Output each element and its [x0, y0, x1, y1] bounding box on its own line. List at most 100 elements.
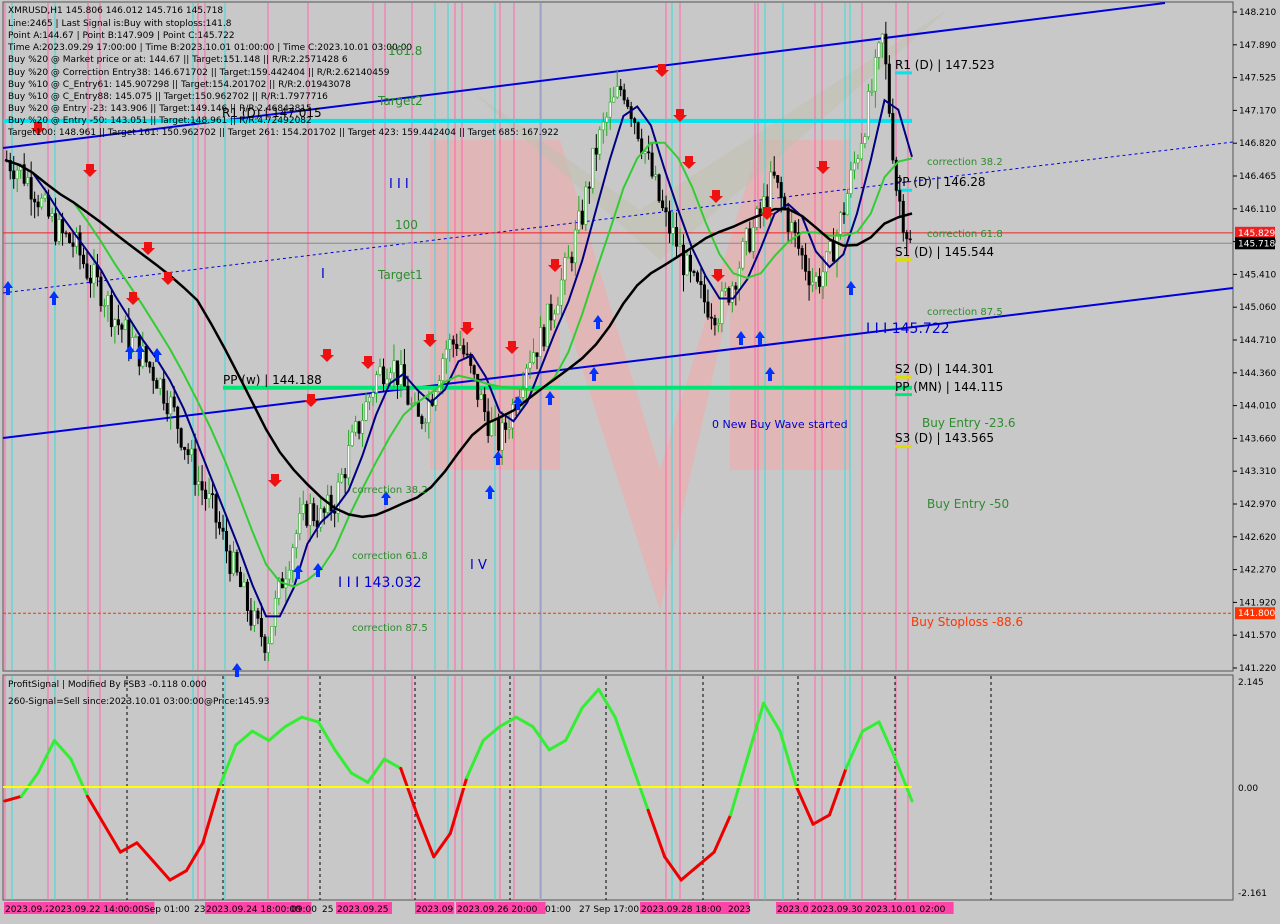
candle-body: [818, 276, 822, 287]
stoploss-price-label: 141.800: [1238, 609, 1275, 619]
candle-body: [709, 316, 713, 319]
correction-38-top: correction 38.2: [927, 157, 1003, 168]
candle-body: [570, 256, 574, 264]
candle-body: [256, 610, 260, 619]
candle-body: [497, 418, 501, 451]
candle-body: [204, 489, 208, 500]
candle-body: [350, 431, 354, 446]
candle-body: [102, 305, 106, 307]
time-label: 2023.09: [416, 905, 453, 915]
candle-body: [259, 618, 263, 638]
candle-body: [165, 403, 169, 415]
s2-daily-label: S2 (D) | 144.301: [895, 362, 994, 376]
header-line: Target100: 148.961 || Target 161: 150.96…: [7, 128, 559, 138]
time-label: 2023.09.28 18:00: [641, 905, 722, 915]
time-label: 2023.0: [777, 905, 809, 915]
candle-body: [849, 169, 853, 194]
candle-body: [312, 503, 316, 522]
oscillator-title: ProfitSignal | Modified By FSB3 -0.118 0…: [8, 680, 207, 690]
price-tick-label: 141.220: [1239, 664, 1276, 674]
candle-body: [661, 200, 665, 209]
candle-body: [898, 190, 902, 202]
candle-body: [343, 474, 347, 479]
candle-body: [458, 345, 462, 349]
time-label: 01:00: [545, 905, 571, 915]
header-line: Buy %10 @ C_Entry61: 145.907298 || Targe…: [8, 80, 351, 90]
candle-body: [601, 121, 605, 131]
candle-body: [162, 378, 166, 404]
wave-i-label: I: [321, 267, 325, 282]
candle-body: [884, 33, 888, 65]
candle-body: [838, 212, 842, 235]
candle-body: [12, 170, 16, 180]
candle-body: [730, 285, 734, 303]
candle-body: [626, 99, 630, 107]
candle-body: [200, 481, 204, 491]
candle-body: [779, 182, 783, 199]
time-label: 2023.09.25: [337, 905, 389, 915]
r1-short-label: R1 (D) | 147.015: [222, 106, 322, 120]
candle-body: [619, 86, 623, 91]
price-tick-label: 145.410: [1239, 270, 1276, 280]
candle-body: [225, 530, 229, 552]
candle-body: [301, 503, 305, 514]
candle-body: [905, 232, 909, 240]
candle-body: [455, 343, 459, 349]
candle-body: [231, 551, 235, 574]
candle-body: [612, 96, 616, 103]
candle-body: [852, 162, 856, 171]
candle-body: [479, 394, 483, 400]
candle-body: [406, 385, 410, 405]
r1-daily-label: R1 (D) | 147.523: [895, 58, 995, 72]
time-label: Sep 01:00: [144, 905, 190, 915]
candle-body: [835, 233, 839, 262]
candle-body: [155, 380, 159, 389]
header-line: Buy %20 @ Market price or at: 144.67 || …: [8, 55, 348, 65]
time-label: 23: [194, 905, 205, 915]
current-price-label: 145.718: [1238, 239, 1275, 249]
candle-body: [169, 396, 173, 415]
candle-body: [29, 177, 33, 200]
candle-body: [211, 493, 215, 495]
candle-body: [357, 421, 361, 434]
price-tick-label: 147.525: [1239, 74, 1276, 84]
price-tick-label: 145.060: [1239, 303, 1276, 313]
candle-body: [598, 129, 602, 155]
price-tick-label: 146.110: [1239, 205, 1276, 215]
candle-body: [270, 626, 274, 644]
candle-body: [866, 91, 870, 138]
candle-body: [186, 449, 190, 456]
time-label: 2023: [728, 905, 751, 915]
candle-body: [340, 474, 344, 483]
candle-body: [291, 547, 295, 571]
candle-body: [476, 373, 480, 400]
candle-body: [734, 285, 738, 290]
candle-body: [347, 445, 351, 479]
candle-body: [99, 276, 103, 306]
candle-body: [702, 284, 706, 303]
wave-iii-price-label: I I I 143.032: [338, 575, 422, 591]
candle-body: [294, 533, 298, 549]
candle-body: [559, 279, 563, 306]
time-label: 2023.09.30: [811, 905, 863, 915]
candle-body: [772, 171, 776, 176]
header-line: Point A:144.67 | Point B:147.909 | Point…: [8, 31, 235, 41]
candle-body: [549, 303, 553, 321]
candle-body: [804, 254, 808, 272]
candle-body: [68, 233, 72, 244]
candle-body: [64, 232, 68, 235]
fib-161-label: 161.8: [388, 44, 422, 58]
candle-body: [483, 394, 487, 412]
candle-body: [608, 101, 612, 118]
candle-body: [748, 228, 752, 252]
target2-label: Target2: [377, 94, 423, 108]
candle-body: [54, 213, 58, 242]
candle-body: [863, 136, 867, 144]
candle-body: [671, 227, 675, 234]
candle-body: [305, 503, 309, 526]
oscillator-axis-bottom: -2.161: [1238, 889, 1267, 899]
candle-body: [873, 57, 877, 92]
correction-87-bottom: correction 87.5: [352, 623, 428, 634]
candle-body: [364, 401, 368, 421]
candle-body: [716, 323, 720, 326]
